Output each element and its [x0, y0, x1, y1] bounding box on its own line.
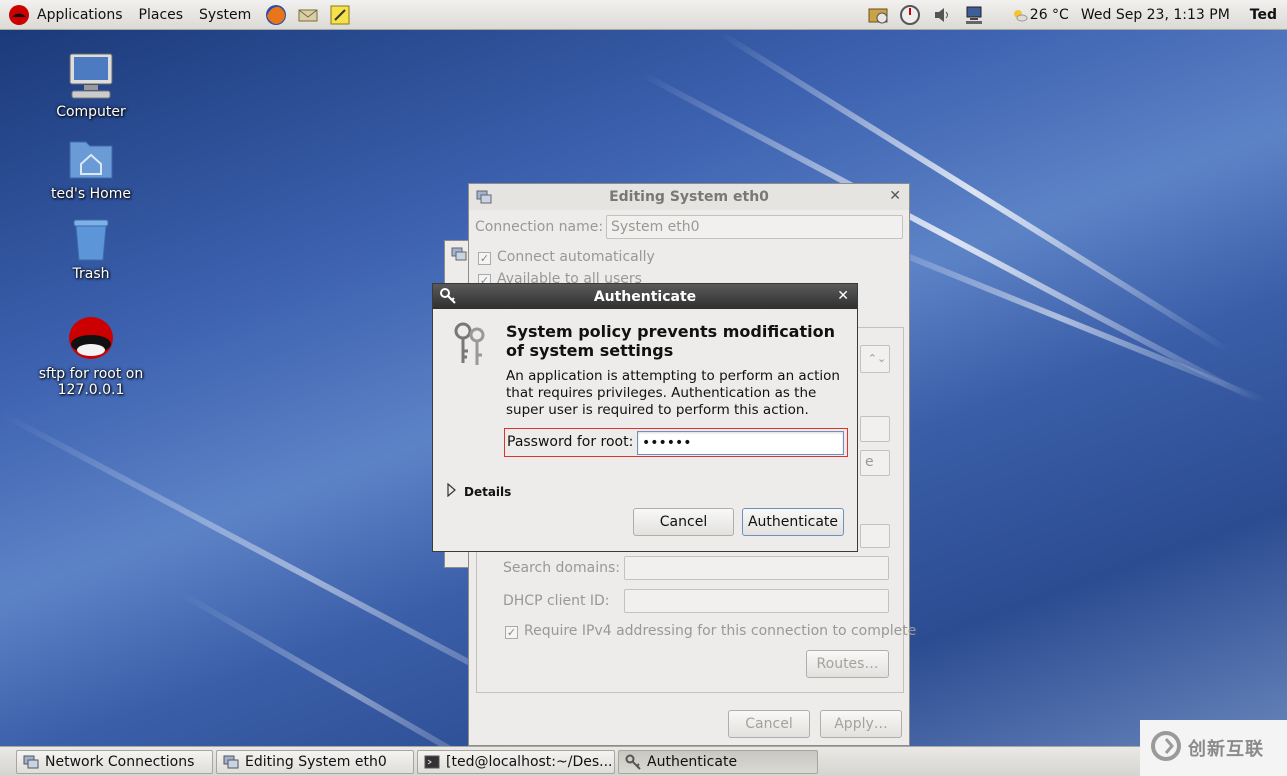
notes-launcher-icon[interactable] [329, 4, 351, 26]
auth-titlebar: Authenticate ✕ [433, 284, 857, 309]
network-window-icon [23, 754, 39, 770]
close-icon[interactable]: ✕ [889, 188, 901, 204]
desktop-icon-label: sftp for root on 127.0.0.1 [38, 366, 144, 398]
desktop-icon-trash[interactable]: Trash [21, 214, 161, 282]
keys-icon [451, 321, 489, 373]
checkbox-label: Require IPv4 addressing for this connect… [524, 623, 917, 639]
weather-temperature[interactable]: 26 °C [1028, 7, 1075, 23]
menu-applications[interactable]: Applications [35, 0, 131, 30]
edge-button[interactable]: e [860, 450, 890, 476]
require-ipv4-checkbox[interactable]: ✓ Require IPv4 addressing for this connec… [505, 623, 916, 639]
authenticate-button[interactable]: Authenticate [742, 508, 844, 536]
dhcp-client-id-input[interactable] [624, 589, 889, 613]
firefox-launcher-icon[interactable] [265, 4, 287, 26]
redhat-icon [66, 314, 116, 362]
password-label: Password for root: [507, 434, 634, 450]
desktop-icon-label: Computer [56, 104, 126, 120]
editing-window-titlebar: Editing System eth0 ✕ [469, 184, 909, 210]
performance-gauge-icon[interactable] [899, 4, 921, 26]
auth-heading: System policy prevents modification of s… [506, 322, 835, 360]
redhat-logo-icon [8, 4, 30, 26]
watermark-logo: 创新互联 [1140, 720, 1287, 776]
taskbar-item-terminal[interactable]: [ted@localhost:~/Des... [417, 750, 615, 774]
volume-icon[interactable] [931, 4, 953, 26]
dhcp-client-id-label: DHCP client ID: [503, 593, 610, 609]
computer-icon [66, 52, 116, 100]
checkbox-checked-icon: ✓ [505, 626, 518, 639]
network-icon[interactable] [963, 4, 985, 26]
expander-triangle-icon [447, 482, 456, 500]
editing-cancel-button[interactable]: Cancel [728, 710, 810, 738]
taskbar-item-network-connections[interactable]: Network Connections [16, 750, 213, 774]
auth-description: An application is attempting to perform … [506, 368, 840, 418]
update-notifier-icon[interactable] [867, 4, 889, 26]
key-icon [625, 754, 641, 770]
taskbar-item-label: Editing System eth0 [245, 754, 387, 770]
connect-automatically-checkbox[interactable]: ✓ Connect automatically [478, 249, 655, 265]
taskbar-item-authenticate[interactable]: Authenticate [618, 750, 818, 774]
routes-button[interactable]: Routes… [806, 650, 889, 678]
watermark-icon [1150, 730, 1182, 766]
weather-icon[interactable] [1012, 4, 1028, 26]
desktop-icon-home[interactable]: ted's Home [21, 134, 161, 202]
network-window-icon [451, 246, 467, 266]
auth-cancel-button[interactable]: Cancel [633, 508, 734, 536]
details-expander[interactable]: Details [447, 482, 512, 500]
edge-field[interactable] [860, 416, 890, 442]
taskbar-item-label: [ted@localhost:~/Des... [446, 754, 613, 770]
trash-icon [66, 214, 116, 262]
watermark-text: 创新互联 [1188, 739, 1264, 760]
close-icon[interactable]: ✕ [837, 288, 849, 304]
password-row: Password for root: [504, 428, 848, 457]
home-folder-icon [66, 134, 116, 182]
details-label: Details [464, 484, 512, 499]
checkbox-label: Connect automatically [497, 249, 655, 265]
mail-launcher-icon[interactable] [297, 4, 319, 26]
search-domains-input[interactable] [624, 556, 889, 580]
desktop-icon-label: ted's Home [51, 186, 131, 202]
network-window-icon [223, 754, 239, 770]
user-name[interactable]: Ted [1236, 7, 1287, 23]
bottom-panel: Network Connections Editing System eth0 … [0, 746, 1287, 776]
wallpaper-streak [848, 230, 1269, 405]
checkbox-checked-icon: ✓ [478, 252, 491, 265]
search-domains-label: Search domains: [503, 560, 620, 576]
editing-window-title: Editing System eth0 [609, 189, 769, 205]
menu-system[interactable]: System [191, 0, 259, 30]
panel-tray: 26 °C Wed Sep 23, 1:13 PM Ted [862, 0, 1287, 30]
desktop-icon-label: Trash [72, 266, 110, 282]
menu-places[interactable]: Places [131, 0, 192, 30]
edge-field[interactable] [860, 524, 890, 548]
connection-name-label: Connection name: [475, 219, 604, 235]
clock[interactable]: Wed Sep 23, 1:13 PM [1075, 7, 1236, 23]
desktop-icon-computer[interactable]: Computer [21, 52, 161, 120]
method-select-chevron[interactable]: ⌃⌄ [860, 345, 890, 373]
connection-name-field[interactable]: System eth0 [606, 215, 903, 239]
terminal-icon [424, 754, 440, 770]
desktop-icon-sftp[interactable]: sftp for root on 127.0.0.1 [21, 314, 161, 398]
password-input[interactable] [637, 431, 844, 455]
authenticate-dialog: Authenticate ✕ System policy prevents mo… [432, 283, 858, 552]
taskbar-item-label: Authenticate [647, 754, 738, 770]
taskbar-item-editing-eth0[interactable]: Editing System eth0 [216, 750, 414, 774]
taskbar-item-label: Network Connections [45, 754, 195, 770]
apply-button[interactable]: Apply… [820, 710, 902, 738]
top-panel: Applications Places System 26 °C Wed Sep… [0, 0, 1287, 30]
auth-title: Authenticate [593, 288, 697, 305]
